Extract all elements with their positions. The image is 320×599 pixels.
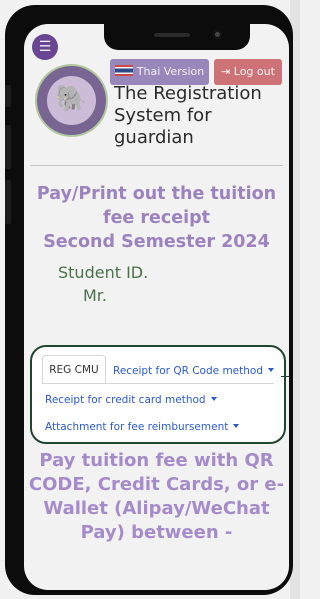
phone-screen: ☰ Thai Version ⇥ Log out 🐘 The Registrat…	[24, 24, 289, 590]
tab-reg-cmu-label: REG CMU	[49, 364, 99, 376]
tab-receipt-credit-card-label: Receipt for credit card method	[45, 394, 206, 406]
speaker-grille	[154, 33, 190, 37]
volume-down-button	[5, 180, 11, 224]
chevron-down-icon	[210, 397, 217, 401]
volume-up-button	[5, 125, 11, 169]
tab-receipt-credit-card[interactable]: Receipt for credit card method	[45, 394, 217, 406]
callout-pointer	[281, 376, 289, 377]
phone-frame: ☰ Thai Version ⇥ Log out 🐘 The Registrat…	[5, 5, 293, 595]
chevron-down-icon	[268, 368, 274, 372]
tab-nav: REG CMU Receipt for QR Code method Recei…	[30, 345, 286, 444]
tab-reg-cmu[interactable]: REG CMU	[42, 355, 106, 384]
phone-notch	[104, 24, 250, 50]
tab-receipt-qr[interactable]: Receipt for QR Code method	[113, 365, 274, 377]
camera-icon	[213, 30, 222, 39]
tab-receipt-qr-label: Receipt for QR Code method	[113, 365, 263, 377]
tab-fee-reimbursement-label: Attachment for fee reimbursement	[45, 421, 229, 433]
tab-fee-reimbursement[interactable]: Attachment for fee reimbursement	[45, 421, 240, 433]
tab-underline	[42, 383, 274, 384]
payment-period-text: Pay tuition fee with QR CODE, Credit Car…	[28, 450, 285, 543]
mute-switch	[5, 85, 11, 107]
chevron-down-icon	[233, 424, 240, 428]
